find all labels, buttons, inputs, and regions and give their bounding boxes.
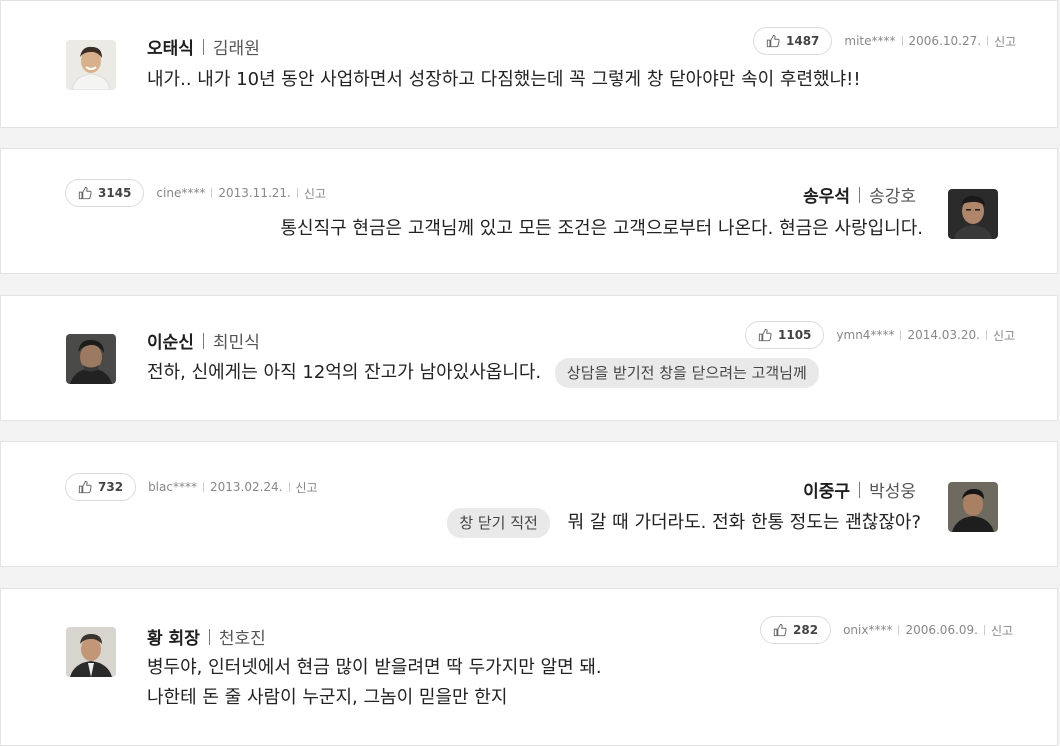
comment-card: 3145 cine**** 2013.11.21. 신고 송우석 송강호 통신직… (0, 148, 1058, 274)
thumbs-up-icon (773, 623, 787, 637)
context-tag: 상담을 받기전 창을 닫으려는 고객님께 (554, 358, 819, 388)
report-link[interactable]: 신고 (296, 479, 318, 496)
actor-name[interactable]: 최민식 (213, 328, 260, 353)
divider (859, 186, 861, 203)
divider (985, 330, 987, 340)
avatar[interactable] (66, 40, 116, 90)
comment-card: 오태식 김래원 1487 mite**** 2006.10.27. 신고 내가.… (0, 0, 1058, 128)
name-row: 이순신 최민식 (147, 328, 260, 353)
quote-line: 내가.. 내가 10년 동안 사업하면서 성장하고 다짐했는데 꼭 그렇게 창 … (147, 69, 861, 90)
character-name[interactable]: 황 회장 (147, 624, 200, 649)
report-link[interactable]: 신고 (993, 327, 1015, 344)
divider (901, 36, 903, 46)
actor-name[interactable]: 송강호 (869, 182, 916, 207)
comment-meta: 1487 mite**** 2006.10.27. 신고 (753, 27, 1016, 55)
report-link[interactable]: 신고 (304, 185, 326, 202)
user-id: ymn4**** (836, 328, 895, 342)
divider (898, 625, 900, 635)
avatar[interactable] (66, 627, 116, 677)
user-id: cine**** (156, 186, 206, 200)
quote-line: 병두야, 인터넷에서 현금 많이 받을려면 딱 두가지만 알면 돼. (147, 657, 602, 678)
character-name[interactable]: 오태식 (147, 34, 194, 59)
character-name[interactable]: 이순신 (147, 328, 194, 353)
divider (859, 481, 861, 498)
comment-date: 2013.02.24. (209, 480, 283, 494)
name-row: 황 회장 천호진 (147, 624, 266, 649)
quote-line: 전하, 신에게는 아직 12억의 잔고가 남아있사옵니다. (147, 362, 542, 383)
avatar-photo-icon (948, 189, 998, 239)
quote-text: 통신직구 현금은 고객님께 있고 모든 조건은 고객으로부터 나온다. 현금은 … (280, 214, 923, 244)
comment-card: 이순신 최민식 1105 ymn4**** 2014.03.20. 신고 전하,… (0, 295, 1058, 421)
avatar[interactable] (66, 334, 116, 384)
actor-name[interactable]: 박성웅 (869, 477, 916, 502)
thumbs-up-icon (78, 480, 92, 494)
avatar[interactable] (948, 482, 998, 532)
quote-line: 나한테 돈 줄 사람이 누군지, 그놈이 믿을만 한지 (147, 687, 508, 708)
avatar[interactable] (948, 189, 998, 239)
quote-text: 창 닫기 직전 뭐 갈 때 가더라도. 전화 한통 정도는 괜찮잖아? (447, 508, 921, 538)
quote-line: 통신직구 현금은 고객님께 있고 모든 조건은 고객으로부터 나온다. 현금은 … (280, 218, 923, 239)
avatar-photo-icon (66, 334, 116, 384)
comment-card: 황 회장 천호진 282 onix**** 2006.06.09. 신고 병두야… (0, 588, 1058, 746)
comment-date: 2014.03.20. (907, 328, 980, 342)
name-row: 이중구 박성웅 (803, 477, 916, 502)
user-id: onix**** (843, 623, 893, 637)
name-row: 오태식 김래원 (147, 34, 260, 59)
like-count: 3145 (98, 186, 132, 200)
like-button[interactable]: 1105 (745, 321, 825, 349)
comment-date: 2006.10.27. (908, 34, 982, 48)
thumbs-up-icon (78, 186, 92, 200)
character-name[interactable]: 이중구 (803, 477, 850, 502)
divider (211, 188, 213, 198)
divider (202, 38, 204, 55)
divider (202, 332, 204, 349)
user-id: blac**** (148, 480, 197, 494)
like-button[interactable]: 282 (760, 616, 832, 644)
quote-text: 전하, 신에게는 아직 12억의 잔고가 남아있사옵니다. 상담을 받기전 창을… (147, 358, 819, 388)
report-link[interactable]: 신고 (991, 622, 1013, 639)
user-id: mite**** (844, 34, 896, 48)
comment-card: 732 blac**** 2013.02.24. 신고 이중구 박성웅 창 닫기… (0, 441, 1058, 567)
like-button[interactable]: 3145 (65, 179, 145, 207)
quote-line: 뭐 갈 때 가더라도. 전화 한통 정도는 괜찮잖아? (567, 512, 921, 533)
comment-meta: 282 onix**** 2006.06.09. 신고 (760, 616, 1013, 644)
like-count: 1105 (778, 328, 812, 342)
like-count: 732 (98, 480, 124, 494)
like-button[interactable]: 1487 (753, 27, 833, 55)
divider (983, 625, 985, 635)
name-row: 송우석 송강호 (803, 182, 916, 207)
quote-text: 내가.. 내가 10년 동안 사업하면서 성장하고 다짐했는데 꼭 그렇게 창 … (147, 65, 861, 95)
divider (202, 482, 204, 492)
avatar-photo-icon (66, 40, 116, 90)
like-count: 1487 (786, 34, 820, 48)
like-button[interactable]: 732 (65, 473, 137, 501)
quote-text: 병두야, 인터넷에서 현금 많이 받을려면 딱 두가지만 알면 돼. 나한테 돈… (147, 653, 602, 713)
context-tag: 창 닫기 직전 (447, 508, 550, 538)
comment-date: 2013.11.21. (218, 186, 291, 200)
comment-date: 2006.06.09. (905, 623, 978, 637)
divider (900, 330, 902, 340)
divider (296, 188, 298, 198)
divider (208, 628, 210, 645)
comment-meta: 732 blac**** 2013.02.24. 신고 (65, 473, 318, 501)
report-link[interactable]: 신고 (994, 33, 1016, 50)
comment-meta: 3145 cine**** 2013.11.21. 신고 (65, 179, 326, 207)
avatar-photo-icon (948, 482, 998, 532)
actor-name[interactable]: 김래원 (213, 34, 260, 59)
avatar-photo-icon (66, 627, 116, 677)
divider (288, 482, 290, 492)
actor-name[interactable]: 천호진 (219, 624, 266, 649)
like-count: 282 (793, 623, 819, 637)
thumbs-up-icon (766, 34, 780, 48)
comment-meta: 1105 ymn4**** 2014.03.20. 신고 (745, 321, 1015, 349)
character-name[interactable]: 송우석 (803, 182, 850, 207)
thumbs-up-icon (758, 328, 772, 342)
divider (987, 36, 989, 46)
